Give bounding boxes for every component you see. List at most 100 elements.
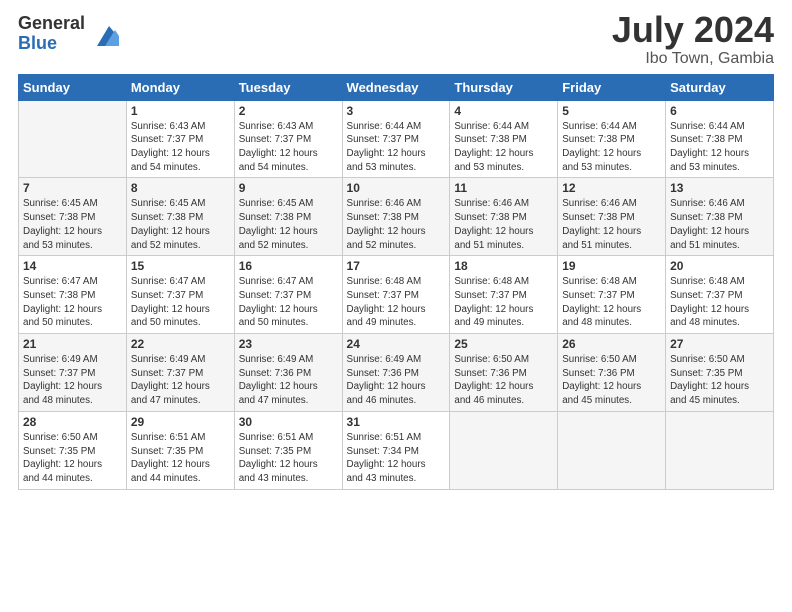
calendar-cell: 17Sunrise: 6:48 AM Sunset: 7:37 PM Dayli… <box>342 256 450 334</box>
cell-info: Sunrise: 6:46 AM Sunset: 7:38 PM Dayligh… <box>347 197 446 252</box>
cell-info: Sunrise: 6:48 AM Sunset: 7:37 PM Dayligh… <box>454 275 553 330</box>
calendar-cell: 14 Sunrise: 6:47 AM Sunset: 7:38 PM Dayli… <box>19 256 127 334</box>
cell-info: Sunrise: 6:47 AM Sunset: 7:38 PM Dayligh… <box>23 275 122 330</box>
calendar-table: SundayMondayTuesdayWednesdayThursdayFrid… <box>18 74 774 490</box>
cell-info: Sunrise: 6:50 AM Sunset: 7:36 PM Dayligh… <box>454 353 553 408</box>
calendar-cell: 22 Sunrise: 6:49 AM Sunset: 7:37 PM Dayli… <box>126 334 234 412</box>
calendar-cell: 27Sunrise: 6:50 AM Sunset: 7:35 PM Dayli… <box>666 334 774 412</box>
calendar-week-row: 1 Sunrise: 6:43 AM Sunset: 7:37 PM Daylig… <box>19 100 774 178</box>
calendar-week-row: 7Sunrise: 6:45 AM Sunset: 7:38 PM Daylig… <box>19 178 774 256</box>
calendar-cell: 15 Sunrise: 6:47 AM Sunset: 7:37 PM Dayli… <box>126 256 234 334</box>
calendar-cell: 10Sunrise: 6:46 AM Sunset: 7:38 PM Dayli… <box>342 178 450 256</box>
weekday-header: Tuesday <box>234 74 342 100</box>
calendar-cell: 23 Sunrise: 6:49 AM Sunset: 7:36 PM Dayli… <box>234 334 342 412</box>
day-number: 4 <box>454 104 553 118</box>
day-number: 12 <box>562 181 661 195</box>
cell-info: Sunrise: 6:48 AM Sunset: 7:37 PM Dayligh… <box>562 275 661 330</box>
logo: General Blue <box>18 14 119 54</box>
cell-info: Sunrise: 6:44 AM Sunset: 7:37 PM Dayligh… <box>347 120 446 175</box>
calendar-cell: 2 Sunrise: 6:43 AM Sunset: 7:37 PM Daylig… <box>234 100 342 178</box>
cell-info: Sunrise: 6:50 AM Sunset: 7:36 PM Dayligh… <box>562 353 661 408</box>
weekday-header: Wednesday <box>342 74 450 100</box>
cell-info: Sunrise: 6:49 AM Sunset: 7:36 PM Dayligh… <box>239 353 338 408</box>
day-number: 15 <box>131 259 230 273</box>
calendar-cell: 5Sunrise: 6:44 AM Sunset: 7:38 PM Daylig… <box>558 100 666 178</box>
cell-info: Sunrise: 6:51 AM Sunset: 7:34 PM Dayligh… <box>347 431 446 486</box>
day-number: 6 <box>670 104 769 118</box>
day-number: 9 <box>239 181 338 195</box>
calendar-cell: 29 Sunrise: 6:51 AM Sunset: 7:35 PM Dayli… <box>126 411 234 489</box>
cell-info: Sunrise: 6:48 AM Sunset: 7:37 PM Dayligh… <box>670 275 769 330</box>
cell-info: Sunrise: 6:49 AM Sunset: 7:37 PM Dayligh… <box>131 353 230 408</box>
calendar-cell: 7Sunrise: 6:45 AM Sunset: 7:38 PM Daylig… <box>19 178 127 256</box>
calendar-cell: 26Sunrise: 6:50 AM Sunset: 7:36 PM Dayli… <box>558 334 666 412</box>
calendar-cell: 13Sunrise: 6:46 AM Sunset: 7:38 PM Dayli… <box>666 178 774 256</box>
calendar-cell: 25 Sunrise: 6:50 AM Sunset: 7:36 PM Dayli… <box>450 334 558 412</box>
day-number: 23 <box>239 337 338 351</box>
header-row: SundayMondayTuesdayWednesdayThursdayFrid… <box>19 74 774 100</box>
day-number: 8 <box>131 181 230 195</box>
cell-info: Sunrise: 6:47 AM Sunset: 7:37 PM Dayligh… <box>239 275 338 330</box>
calendar-cell: 28Sunrise: 6:50 AM Sunset: 7:35 PM Dayli… <box>19 411 127 489</box>
calendar-cell: 4Sunrise: 6:44 AM Sunset: 7:38 PM Daylig… <box>450 100 558 178</box>
day-number: 30 <box>239 415 338 429</box>
calendar-cell: 21Sunrise: 6:49 AM Sunset: 7:37 PM Dayli… <box>19 334 127 412</box>
calendar-cell: 19Sunrise: 6:48 AM Sunset: 7:37 PM Dayli… <box>558 256 666 334</box>
calendar-cell <box>19 100 127 178</box>
day-number: 14 <box>23 259 122 273</box>
calendar-cell: 9 Sunrise: 6:45 AM Sunset: 7:38 PM Daylig… <box>234 178 342 256</box>
day-number: 1 <box>131 104 230 118</box>
calendar-cell: 8Sunrise: 6:45 AM Sunset: 7:38 PM Daylig… <box>126 178 234 256</box>
calendar-cell: 31 Sunrise: 6:51 AM Sunset: 7:34 PM Dayli… <box>342 411 450 489</box>
logo-text: General Blue <box>18 14 85 54</box>
day-number: 16 <box>239 259 338 273</box>
calendar-cell <box>666 411 774 489</box>
day-number: 28 <box>23 415 122 429</box>
day-number: 18 <box>454 259 553 273</box>
cell-info: Sunrise: 6:50 AM Sunset: 7:35 PM Dayligh… <box>670 353 769 408</box>
weekday-header: Sunday <box>19 74 127 100</box>
cell-info: Sunrise: 6:51 AM Sunset: 7:35 PM Dayligh… <box>239 431 338 486</box>
cell-info: Sunrise: 6:44 AM Sunset: 7:38 PM Dayligh… <box>562 120 661 175</box>
cell-info: Sunrise: 6:47 AM Sunset: 7:37 PM Dayligh… <box>131 275 230 330</box>
cell-info: Sunrise: 6:51 AM Sunset: 7:35 PM Dayligh… <box>131 431 230 486</box>
calendar-week-row: 14 Sunrise: 6:47 AM Sunset: 7:38 PM Dayli… <box>19 256 774 334</box>
calendar-cell: 16 Sunrise: 6:47 AM Sunset: 7:37 PM Dayli… <box>234 256 342 334</box>
cell-info: Sunrise: 6:43 AM Sunset: 7:37 PM Dayligh… <box>131 120 230 175</box>
cell-info: Sunrise: 6:45 AM Sunset: 7:38 PM Dayligh… <box>239 197 338 252</box>
cell-info: Sunrise: 6:43 AM Sunset: 7:37 PM Dayligh… <box>239 120 338 175</box>
day-number: 29 <box>131 415 230 429</box>
calendar-cell: 11Sunrise: 6:46 AM Sunset: 7:38 PM Dayli… <box>450 178 558 256</box>
logo-general: General <box>18 14 85 34</box>
day-number: 31 <box>347 415 446 429</box>
calendar-cell: 20 Sunrise: 6:48 AM Sunset: 7:37 PM Dayli… <box>666 256 774 334</box>
page: General Blue July 2024 Ibo Town, Gambia … <box>0 0 792 612</box>
cell-info: Sunrise: 6:48 AM Sunset: 7:37 PM Dayligh… <box>347 275 446 330</box>
title-block: July 2024 Ibo Town, Gambia <box>612 10 774 68</box>
weekday-header: Thursday <box>450 74 558 100</box>
weekday-header: Saturday <box>666 74 774 100</box>
calendar-cell: 1 Sunrise: 6:43 AM Sunset: 7:37 PM Daylig… <box>126 100 234 178</box>
calendar-cell: 24Sunrise: 6:49 AM Sunset: 7:36 PM Dayli… <box>342 334 450 412</box>
day-number: 22 <box>131 337 230 351</box>
location-title: Ibo Town, Gambia <box>612 50 774 68</box>
calendar-week-row: 28Sunrise: 6:50 AM Sunset: 7:35 PM Dayli… <box>19 411 774 489</box>
day-number: 20 <box>670 259 769 273</box>
day-number: 3 <box>347 104 446 118</box>
calendar-cell <box>450 411 558 489</box>
calendar-cell: 6 Sunrise: 6:44 AM Sunset: 7:38 PM Daylig… <box>666 100 774 178</box>
cell-info: Sunrise: 6:44 AM Sunset: 7:38 PM Dayligh… <box>670 120 769 175</box>
day-number: 21 <box>23 337 122 351</box>
day-number: 11 <box>454 181 553 195</box>
logo-icon <box>87 18 119 50</box>
calendar-cell: 30 Sunrise: 6:51 AM Sunset: 7:35 PM Dayli… <box>234 411 342 489</box>
day-number: 24 <box>347 337 446 351</box>
day-number: 25 <box>454 337 553 351</box>
weekday-header: Monday <box>126 74 234 100</box>
calendar-cell <box>558 411 666 489</box>
calendar-cell: 3 Sunrise: 6:44 AM Sunset: 7:37 PM Daylig… <box>342 100 450 178</box>
logo-blue: Blue <box>18 34 85 54</box>
cell-info: Sunrise: 6:45 AM Sunset: 7:38 PM Dayligh… <box>23 197 122 252</box>
day-number: 2 <box>239 104 338 118</box>
cell-info: Sunrise: 6:46 AM Sunset: 7:38 PM Dayligh… <box>562 197 661 252</box>
